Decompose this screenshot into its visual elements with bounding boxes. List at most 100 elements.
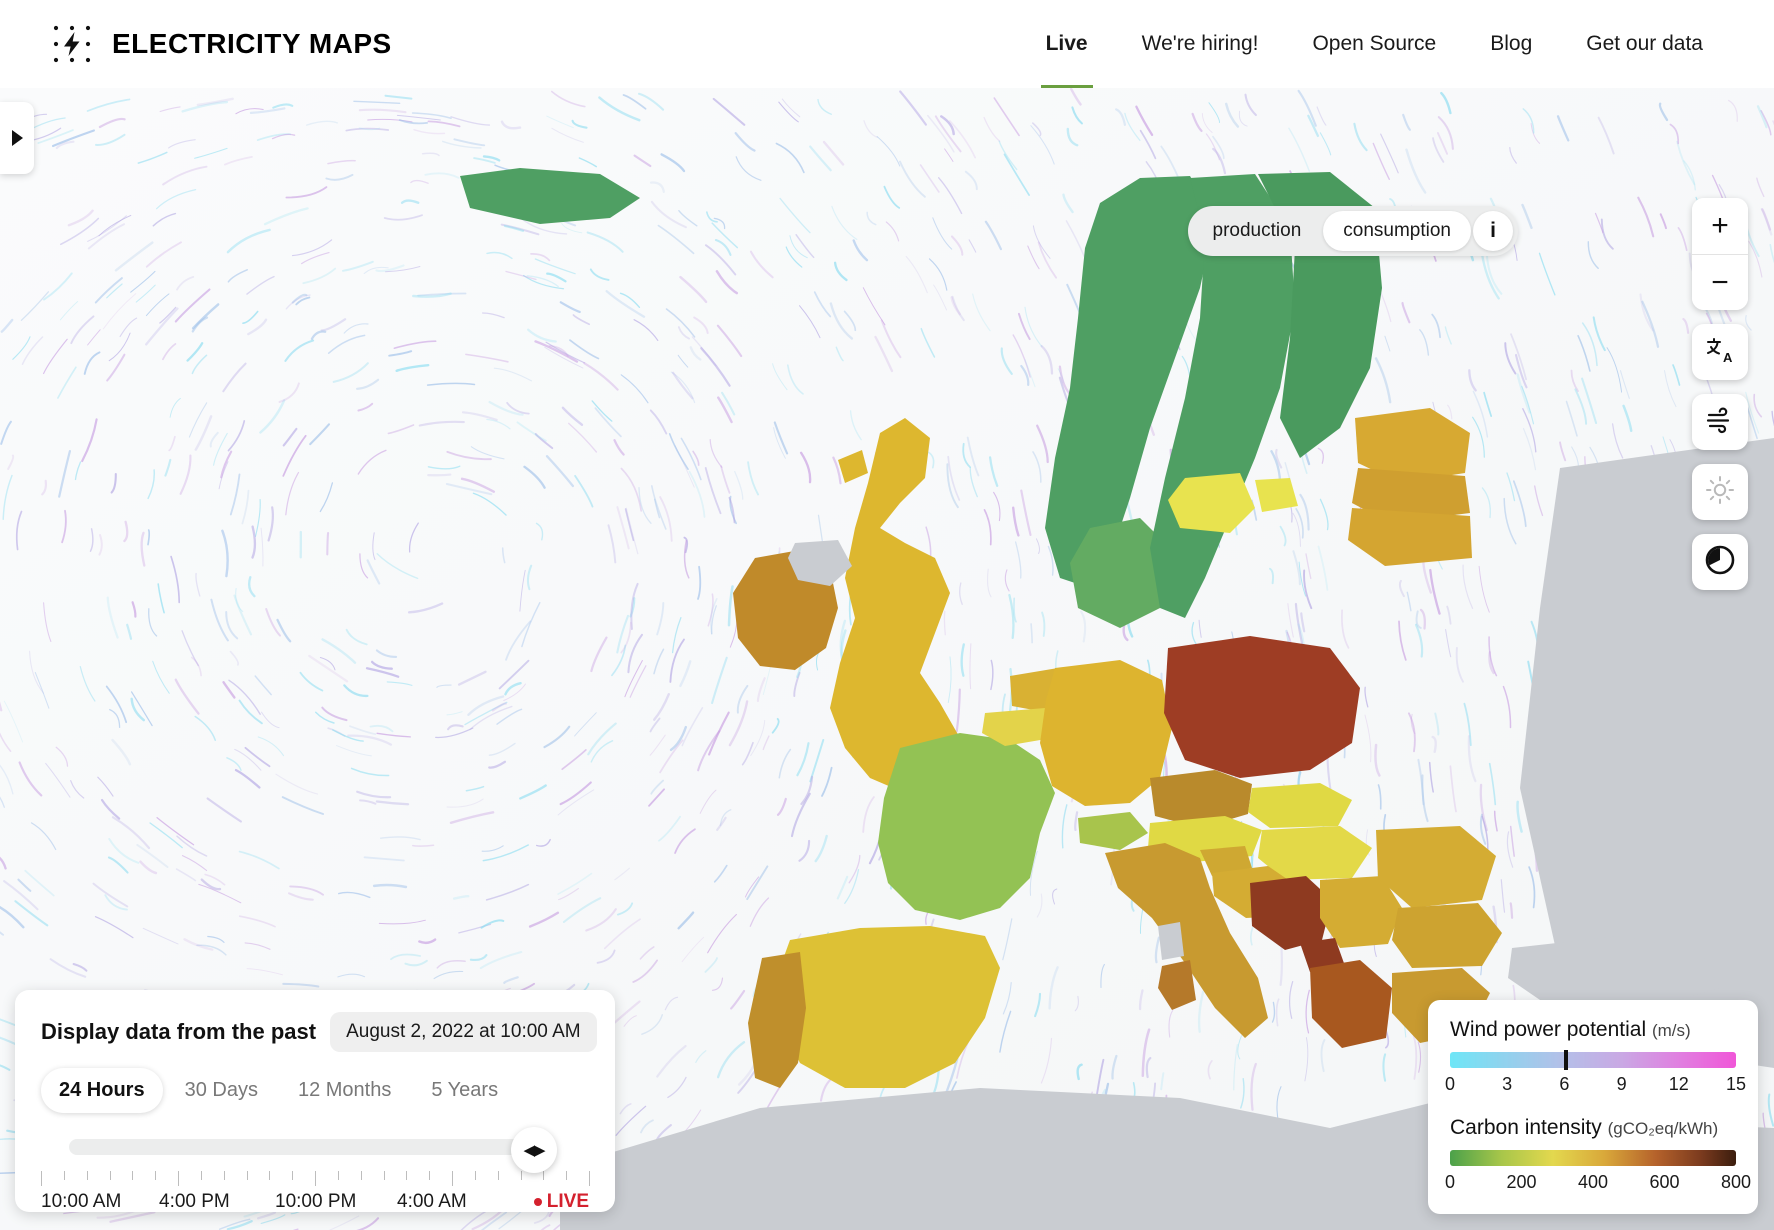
legend-wind-marker <box>1564 1050 1569 1070</box>
live-dot-icon <box>533 1198 542 1206</box>
legend-wind-gradient <box>1450 1050 1736 1070</box>
time-tick <box>155 1171 157 1180</box>
sidebar-expand-handle[interactable] <box>0 102 34 174</box>
time-tick <box>589 1171 590 1186</box>
time-tick <box>292 1171 294 1180</box>
legend-carbon-name: Carbon intensity <box>1450 1116 1602 1139</box>
time-slider-track[interactable] <box>69 1139 533 1155</box>
carbon-ticks-4: 800 <box>1720 1172 1752 1192</box>
legend-carbon: Carbon intensity (gCO₂eq/kWh) 0 200 400 600… <box>1445 1116 1751 1198</box>
selected-datetime[interactable]: August 2, 2022 at 10:00 AM <box>330 1012 597 1052</box>
electricity-maps-app: ELECTRICITY MAPS Live We're hiring! Open… <box>0 0 1774 1230</box>
mode-option-production[interactable]: production <box>1193 211 1322 251</box>
time-tick <box>246 1171 248 1180</box>
axis-label-3: 4:00 AM <box>397 1191 467 1212</box>
time-tick <box>63 1171 65 1180</box>
zoom-out-button[interactable]: − <box>1692 254 1748 310</box>
plus-icon: + <box>1711 209 1729 242</box>
svg-text:A: A <box>1723 350 1733 365</box>
wind-streak <box>427 473 452 477</box>
zoom-control-group: + − <box>1692 198 1748 310</box>
wind-ticks-5: 15 <box>1725 1074 1747 1094</box>
wind-streak <box>943 610 946 636</box>
legend-wind-title: Wind power potential (m/s) <box>1450 1018 1736 1042</box>
legend-wind-name: Wind power potential <box>1450 1018 1647 1041</box>
main-nav: Live We're hiring! Open Source Blog Get … <box>1019 0 1730 88</box>
time-tick <box>383 1171 385 1180</box>
time-tick <box>223 1171 225 1180</box>
legend-carbon-gradient <box>1450 1150 1736 1166</box>
time-tick <box>543 1171 545 1180</box>
time-tick <box>406 1171 408 1180</box>
map-legend: Wind power potential (m/s) 0 3 6 9 12 15 Carb… <box>1428 1000 1758 1214</box>
legend-wind-unit: (m/s) <box>1651 1021 1691 1040</box>
tab-5-years[interactable]: 5 Years <box>413 1068 516 1113</box>
nav-item-hiring[interactable]: We're hiring! <box>1115 0 1286 88</box>
legend-wind: Wind power potential (m/s) 0 3 6 9 12 15 <box>1445 1018 1746 1100</box>
language-button[interactable]: A <box>1692 324 1748 380</box>
time-slider[interactable]: ◀▶ <box>41 1127 589 1173</box>
wind-icon <box>1704 404 1736 441</box>
wind-ticks-1: 3 <box>1502 1074 1513 1094</box>
nav-item-get-our-data[interactable]: Get our data <box>1559 0 1730 88</box>
legend-wind-ticks: 0 3 6 9 12 15 <box>1445 1074 1746 1100</box>
nav-item-open-source[interactable]: Open Source <box>1285 0 1463 88</box>
time-axis-labels: 10:00 AM 4:00 PM 10:00 PM 4:00 AM LIVE <box>41 1191 589 1219</box>
wind-streak <box>326 531 330 556</box>
time-tick <box>269 1171 271 1180</box>
time-slider-handle[interactable]: ◀▶ <box>511 1127 557 1173</box>
axis-label-0: 10:00 AM <box>41 1191 122 1212</box>
wind-ticks-0: 0 <box>1444 1074 1456 1094</box>
wind-ticks-2: 6 <box>1559 1074 1570 1094</box>
time-tick <box>429 1171 431 1180</box>
theme-toggle-button[interactable] <box>1692 534 1748 590</box>
nav-item-blog[interactable]: Blog <box>1463 0 1559 88</box>
time-panel-title: Display data from the past <box>41 1019 317 1044</box>
carbon-ticks-1: 200 <box>1506 1172 1537 1192</box>
time-tick <box>132 1171 134 1180</box>
brand-logo[interactable]: ELECTRICITY MAPS <box>50 22 392 66</box>
time-tick <box>452 1171 453 1186</box>
axis-label-1: 4:00 PM <box>159 1191 230 1212</box>
time-tick <box>520 1171 522 1180</box>
site-header: ELECTRICITY MAPS Live We're hiring! Open… <box>0 0 1774 88</box>
wind-streak <box>1279 944 1283 986</box>
wind-ticks-3: 9 <box>1616 1074 1627 1094</box>
time-tick <box>337 1171 339 1180</box>
solar-layer-button[interactable] <box>1692 464 1748 520</box>
mode-option-consumption[interactable]: consumption <box>1323 211 1471 251</box>
tab-24-hours[interactable]: 24 Hours <box>41 1068 163 1113</box>
chevron-right-icon <box>11 130 23 146</box>
drag-left-right-icon: ◀▶ <box>523 1141 545 1159</box>
minus-icon: − <box>1711 265 1729 299</box>
time-range-tabs: 24 Hours 30 Days 12 Months 5 Years <box>41 1068 589 1113</box>
map-viewport[interactable]: production consumption i + − A Display d… <box>0 88 1774 1230</box>
carbon-ticks-3: 600 <box>1649 1172 1680 1192</box>
legend-carbon-ticks: 0 200 400 600 800 <box>1445 1172 1751 1198</box>
info-icon[interactable]: i <box>1473 211 1513 251</box>
language-icon: A <box>1705 335 1735 370</box>
time-panel-header: Display data from the past August 2, 202… <box>41 1012 597 1052</box>
time-tick <box>86 1171 88 1180</box>
wind-streak <box>412 844 435 847</box>
zoom-in-button[interactable]: + <box>1692 198 1748 254</box>
time-tick <box>497 1171 499 1180</box>
wind-layer-button[interactable] <box>1692 394 1748 450</box>
half-circle-icon <box>1703 543 1737 582</box>
time-tick <box>360 1171 362 1180</box>
time-tick <box>200 1171 202 1180</box>
map-controls: + − A <box>1692 198 1748 590</box>
time-tick <box>315 1171 316 1186</box>
axis-label-2: 10:00 PM <box>275 1191 357 1212</box>
live-indicator[interactable]: LIVE <box>533 1191 589 1213</box>
tab-12-months[interactable]: 12 Months <box>280 1068 409 1113</box>
production-consumption-toggle: production consumption i <box>1187 206 1518 256</box>
time-axis-ticks <box>41 1171 590 1187</box>
time-controls-panel: Display data from the past August 2, 202… <box>15 990 615 1212</box>
brand-name: ELECTRICITY MAPS <box>112 28 392 59</box>
time-tick <box>41 1171 42 1186</box>
nav-item-live[interactable]: Live <box>1019 0 1115 88</box>
lightning-bolt-dots-icon <box>50 22 94 66</box>
time-tick <box>109 1171 111 1180</box>
tab-30-days[interactable]: 30 Days <box>167 1068 276 1113</box>
